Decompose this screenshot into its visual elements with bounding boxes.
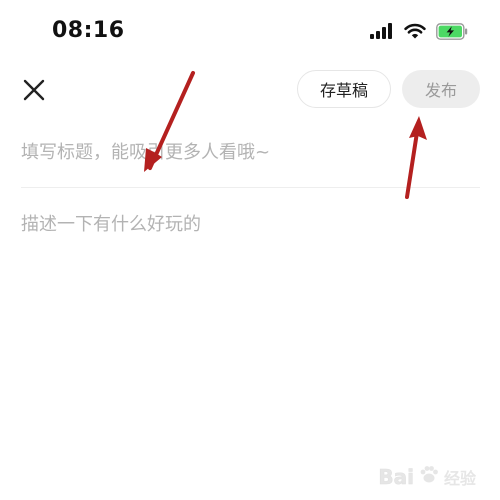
close-icon [23,79,45,101]
close-button[interactable] [18,74,50,106]
signal-icon [370,23,394,43]
save-draft-button[interactable]: 存草稿 [297,70,391,108]
watermark-sub: 经验 [443,469,476,488]
watermark-brand: Bai [378,465,414,490]
description-input[interactable] [21,210,479,430]
title-input[interactable] [21,134,479,170]
divider [21,187,480,188]
status-time: 08:16 [52,18,125,43]
watermark: Bai 经验 [378,464,476,490]
status-bar: 08:16 [0,0,500,64]
publish-button[interactable]: 发布 [402,70,480,108]
status-icons [370,22,468,44]
battery-charging-icon [436,22,468,44]
wifi-icon [404,23,426,43]
paw-icon [418,464,440,490]
